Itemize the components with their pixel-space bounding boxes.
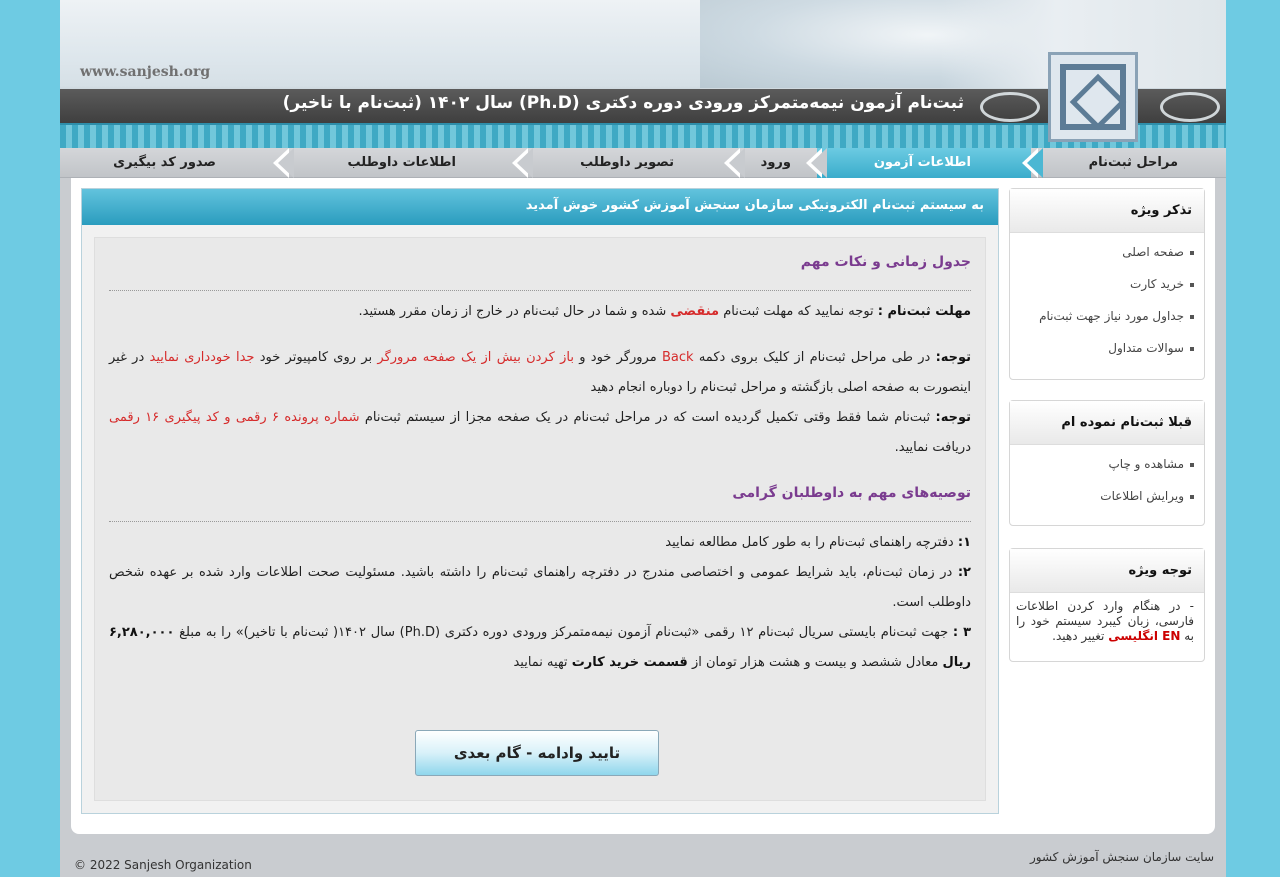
note1-text: در طی مراحل ثبت‌نام از کلیک بروی دکمه: [698, 350, 931, 365]
sidebar-item-required-tables[interactable]: جداول مورد نیاز جهت ثبت‌نام: [1016, 305, 1194, 337]
nav-step-candidate-photo[interactable]: تصویر داوطلب: [580, 148, 674, 178]
back-highlight: Back: [661, 350, 694, 365]
confirm-next-button[interactable]: تایید وادامه - گام بعدی: [415, 730, 659, 776]
footer-copyright: © 2022 Sanjesh Organization: [74, 858, 252, 872]
nav-step-candidate-info[interactable]: اطلاعات داوطلب: [348, 148, 456, 178]
note1-label: توجه:: [935, 350, 972, 365]
bullet-icon: [1190, 250, 1194, 255]
ornament-swirl-icon: [1160, 92, 1220, 122]
section-title-recommendations: توصیه‌های مهم به داوطلبان گرامی: [732, 485, 971, 501]
file-number-highlight: شماره پرونده ۶ رقمی و کد پیگیری ۱۶ رقمی: [109, 410, 360, 425]
bullet-icon: [1190, 282, 1194, 287]
sidebar-item-label: سوالات متداول: [1108, 341, 1184, 355]
nav-step-login[interactable]: ورود: [761, 148, 791, 178]
multi-tab-highlight: باز کردن بیش از یک صفحه مرورگر: [377, 350, 574, 365]
content-body: جدول زمانی و نکات مهم مهلت ثبت‌نام : توج…: [94, 237, 986, 801]
rec-text: معادل ششصد و بیست و هشت هزار تومان از: [691, 655, 939, 670]
note1-text: بر روی کامپیوتر خود: [259, 350, 373, 365]
sidebar-item-view-print[interactable]: مشاهده و چاپ: [1016, 453, 1194, 485]
avoid-highlight: جدا خودداری نمایید: [149, 350, 255, 365]
welcome-header: به سیستم ثبت‌نام الکترونیکی سازمان سنجش …: [82, 189, 998, 225]
rec-number: ۲:: [957, 565, 971, 580]
chevron-left-icon: [512, 148, 533, 178]
special-notice-box: تذکر ویژه صفحه اصلی خرید کارت جداول مورد…: [1009, 188, 1205, 380]
bullet-icon: [1190, 462, 1194, 467]
already-registered-box: قبلا ثبت‌نام نموده ام مشاهده و چاپ ویرای…: [1009, 400, 1205, 526]
note1-text: مرورگر خود و: [579, 350, 657, 365]
ornament-swirl-icon: [980, 92, 1040, 122]
note-text: تغییر دهید.: [1052, 629, 1105, 643]
expired-highlight: منقضی: [670, 304, 720, 319]
sidebar-item-label: مشاهده و چاپ: [1108, 457, 1185, 471]
rec-text: تهیه نمایید: [513, 655, 568, 670]
note2-text: ثبت‌نام شما فقط وقتی تکمیل گردیده است که…: [364, 410, 931, 425]
rec-text: در زمان ثبت‌نام، باید شرایط عمومی و اختص…: [109, 565, 971, 610]
sidebar-item-label: جداول مورد نیاز جهت ثبت‌نام: [1039, 309, 1184, 323]
sidebar-item-label: خرید کارت: [1130, 277, 1184, 291]
deadline-text-end: شده و شما در حال ثبت‌نام در خارج از زمان…: [358, 304, 667, 319]
english-highlight: EN انگلیسی: [1108, 629, 1181, 643]
recommendation-2: ۲: در زمان ثبت‌نام، باید شرایط عمومی و ا…: [109, 558, 971, 618]
chevron-left-icon: [806, 148, 827, 178]
bullet-icon: [1190, 314, 1194, 319]
note2-paragraph: توجه: ثبت‌نام شما فقط وقتی تکمیل گردیده …: [109, 403, 971, 463]
header-banner: www.sanjesh.org ثبت‌نام آزمون نیمه‌متمرک…: [60, 0, 1226, 148]
section-title-schedule: جدول زمانی و نکات مهم: [800, 254, 971, 270]
note1-paragraph: توجه: در طی مراحل ثبت‌نام از کلیک بروی د…: [109, 343, 971, 403]
logo-mark-icon: [1060, 64, 1126, 130]
sidebar-links: صفحه اصلی خرید کارت جداول مورد نیاز جهت …: [1010, 233, 1204, 375]
sidebar-item-faq[interactable]: سوالات متداول: [1016, 337, 1194, 369]
chevron-left-icon: [724, 148, 745, 178]
sidebar-item-edit-info[interactable]: ویرایش اطلاعات: [1016, 485, 1194, 517]
nav-step-tracking-code[interactable]: صدور کد بیگیری: [113, 148, 216, 178]
nav-step-exam-info[interactable]: اطلاعات آزمون: [874, 148, 971, 178]
steps-nav: مراحل ثبت‌نام اطلاعات آزمون ورود تصویر د…: [60, 148, 1226, 178]
special-attention-box: توجه ویژه - در هنگام وارد کردن اطلاعات ف…: [1009, 548, 1205, 662]
sidebar-item-label: صفحه اصلی: [1122, 245, 1184, 259]
sidebar-item-home[interactable]: صفحه اصلی: [1016, 241, 1194, 273]
sidebar-links: مشاهده و چاپ ویرایش اطلاعات: [1010, 445, 1204, 523]
divider: [109, 290, 971, 291]
page-title: ثبت‌نام آزمون نیمه‌متمرکز ورودی دوره دکت…: [282, 93, 964, 113]
deadline-text: توجه نمایید که مهلت ثبت‌نام: [723, 304, 874, 319]
deadline-label: مهلت ثبت‌نام :: [877, 304, 971, 319]
keyboard-note: - در هنگام وارد کردن اطلاعات فارسی، زبان…: [1010, 593, 1204, 650]
chevron-left-icon: [273, 148, 294, 178]
bullet-icon: [1190, 494, 1194, 499]
divider: [109, 521, 971, 522]
sidebar-box-title: قبلا ثبت‌نام نموده ام: [1010, 401, 1204, 445]
rec-number: ۳ :: [952, 625, 972, 640]
recommendation-3: ۳ : جهت ثبت‌نام بایستی سریال ثبت‌نام ۱۲ …: [109, 618, 971, 678]
footer-site-link[interactable]: سایت سازمان سنجش آموزش کشور: [1030, 850, 1214, 864]
main-container: به سیستم ثبت‌نام الکترونیکی سازمان سنجش …: [71, 178, 1215, 834]
sidebar-item-buy-card[interactable]: خرید کارت: [1016, 273, 1194, 305]
chevron-left-icon: [1022, 148, 1043, 178]
nav-step-registration-stages[interactable]: مراحل ثبت‌نام: [1089, 148, 1178, 178]
page-wrapper: www.sanjesh.org ثبت‌نام آزمون نیمه‌متمرک…: [60, 0, 1226, 877]
rec-number: ۱:: [957, 535, 971, 550]
note2-text: دریافت نمایید.: [894, 440, 971, 455]
content-panel: به سیستم ثبت‌نام الکترونیکی سازمان سنجش …: [81, 188, 999, 814]
rec-text: دفترچه راهنمای ثبت‌نام را به طور کامل مط…: [665, 535, 954, 550]
sidebar-item-label: ویرایش اطلاعات: [1100, 489, 1184, 503]
site-url: www.sanjesh.org: [80, 64, 211, 80]
deadline-paragraph: مهلت ثبت‌نام : توجه نمایید که مهلت ثبت‌ن…: [109, 297, 971, 327]
bullet-icon: [1190, 346, 1194, 351]
rec-text: جهت ثبت‌نام بایستی سریال ثبت‌نام ۱۲ رقمی…: [179, 625, 949, 640]
sidebar-box-title: توجه ویژه: [1010, 549, 1204, 593]
buy-card-section-ref: قسمت خرید کارت: [571, 655, 688, 670]
recommendation-1: ۱: دفترچه راهنمای ثبت‌نام را به طور کامل…: [109, 528, 971, 558]
sidebar-box-title: تذکر ویژه: [1010, 189, 1204, 233]
sanjesh-logo: [1048, 52, 1138, 142]
note2-label: توجه:: [935, 410, 972, 425]
